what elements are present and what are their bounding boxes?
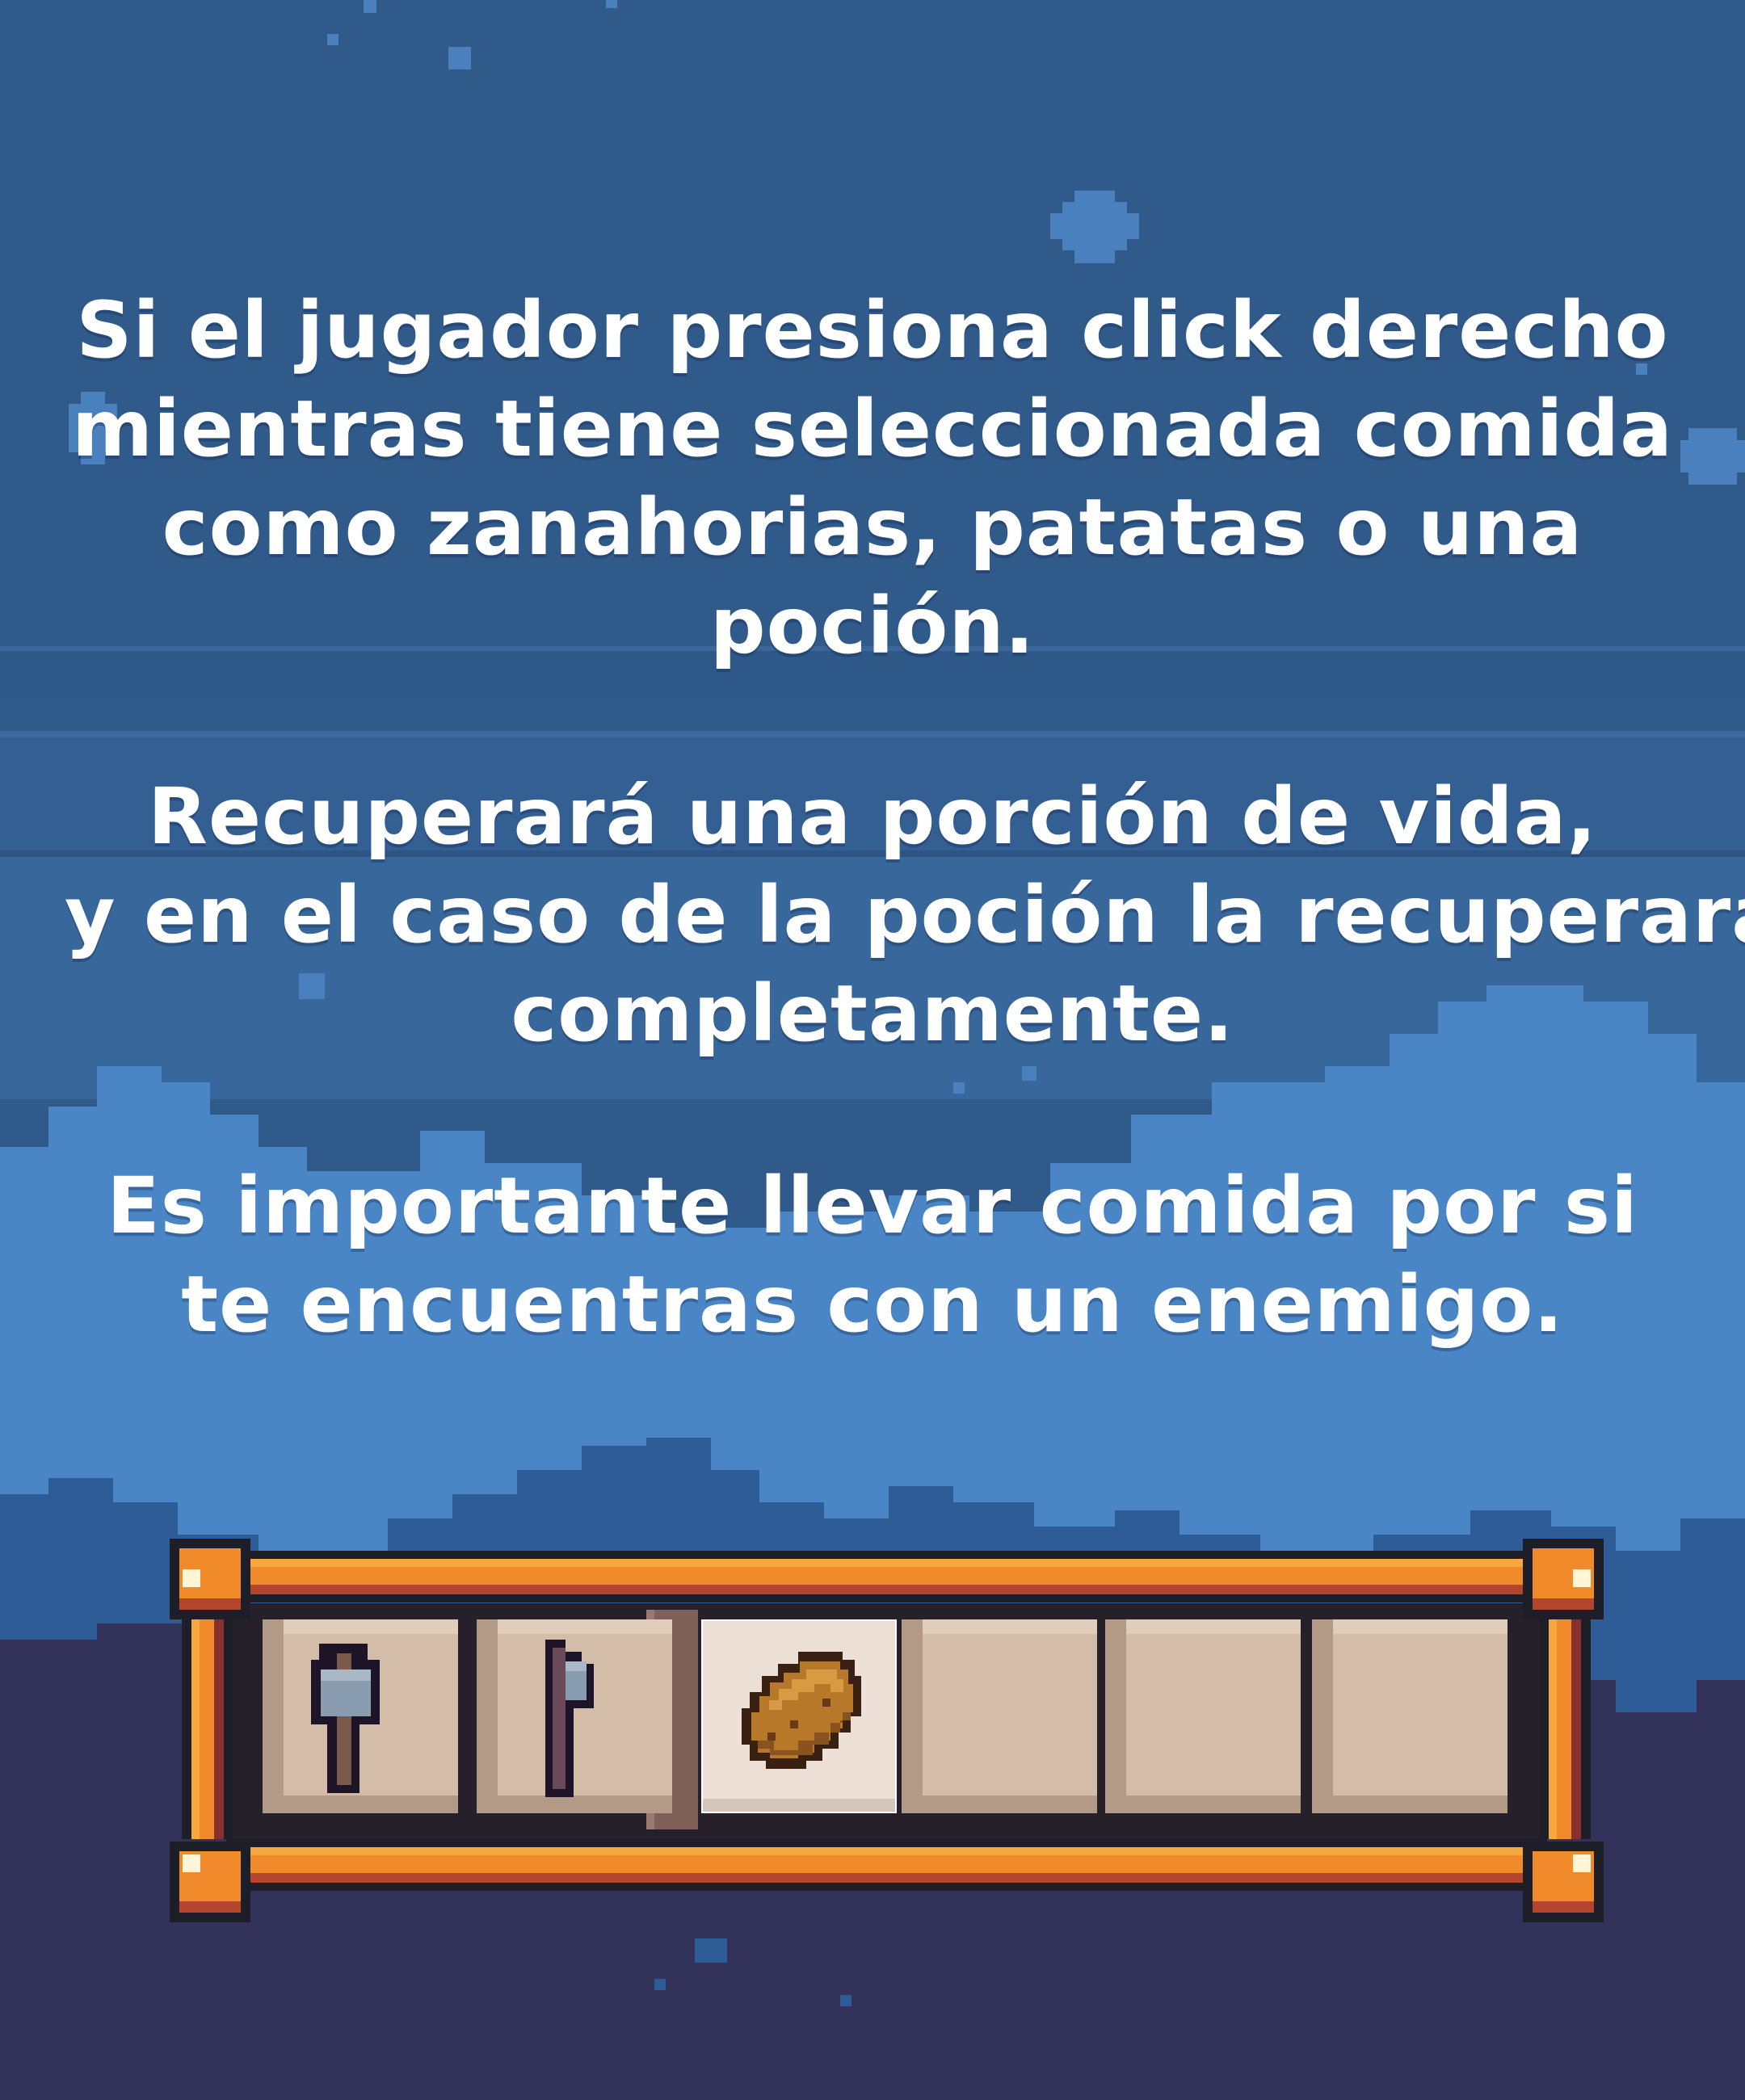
instruction-line: Recuperará una porción de vida, (148, 771, 1597, 862)
hotbar-slot-6[interactable] (1312, 1619, 1507, 1813)
instruction-line: poción. (709, 581, 1036, 671)
hotbar-slot-5[interactable] (1105, 1619, 1301, 1813)
instruction-line: Si el jugador presiona click derecho (76, 285, 1669, 376)
hotbar-frame-top (226, 1551, 1547, 1602)
instruction-line: mientras tiene seleccionada comida (71, 384, 1674, 474)
hammer-icon (311, 1644, 380, 1793)
instruction-line: como zanahorias, patatas o una (162, 482, 1583, 573)
hotbar-frame-bottom (226, 1839, 1547, 1891)
hotbar-corner-ornament (170, 1539, 250, 1619)
axe-icon (545, 1640, 594, 1797)
hotbar-corner-ornament (1523, 1539, 1604, 1619)
hotbar-slot-2[interactable] (477, 1619, 672, 1813)
hotbar-slot-4[interactable] (902, 1619, 1097, 1813)
instruction-line: y en el caso de la poción la recuperara (65, 870, 1745, 960)
instruction-paragraph-2: Recuperará una porción de vida, y en el … (65, 767, 1745, 1063)
instruction-paragraph-1: Si el jugador presiona click derecho mie… (65, 281, 1680, 675)
instruction-line: Es importante llevar comida por si (107, 1161, 1638, 1251)
instruction-line: te encuentras con un enemigo. (181, 1259, 1564, 1350)
hotbar-frame-right (1539, 1603, 1591, 1839)
instruction-line: completamente. (511, 968, 1234, 1059)
hotbar-corner-ornament (170, 1842, 250, 1922)
inventory-hotbar (170, 1539, 1604, 1922)
hotbar-slot-3[interactable] (701, 1619, 897, 1813)
hotbar-corner-ornament (1523, 1842, 1604, 1922)
hotbar-slot-1[interactable] (263, 1619, 458, 1813)
hotbar-frame-left (182, 1603, 233, 1839)
instruction-paragraph-3: Es importante llevar comida por si te en… (65, 1157, 1680, 1354)
potato-icon (742, 1652, 861, 1769)
